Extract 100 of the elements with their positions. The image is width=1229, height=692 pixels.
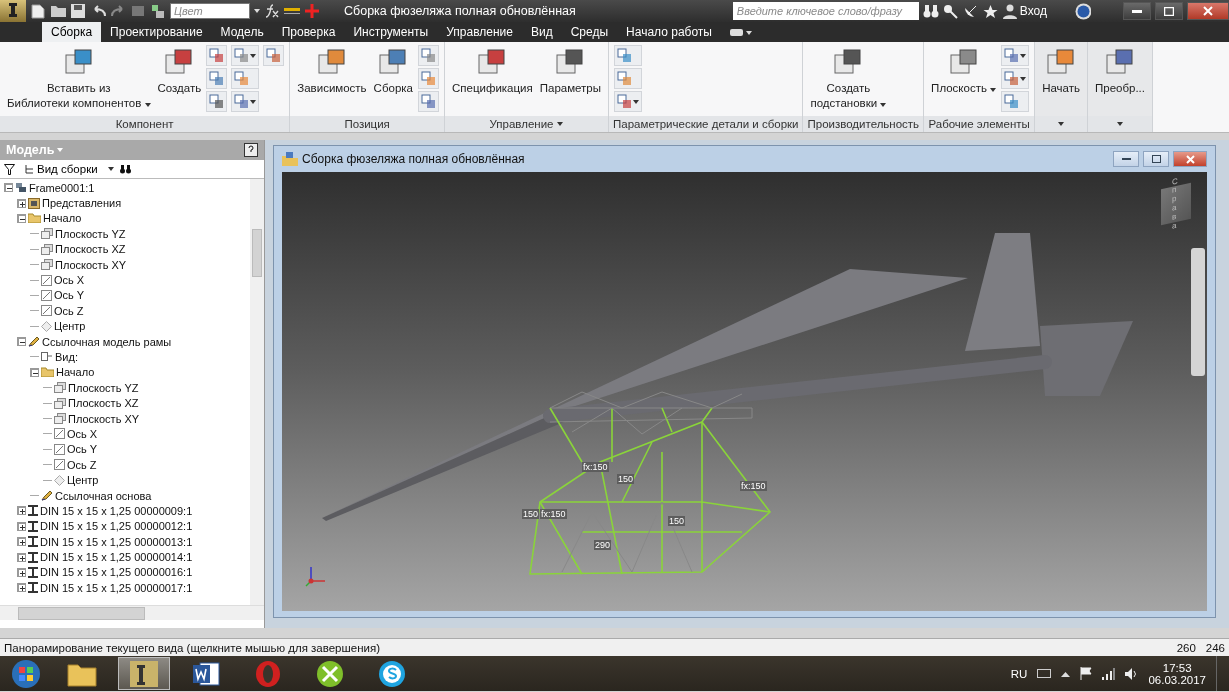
search-field[interactable]: Введите ключевое слово/фразу — [732, 2, 919, 20]
tree-item[interactable]: Центр — [41, 320, 86, 333]
tool-button[interactable] — [1001, 68, 1030, 89]
tree-item[interactable]: Начало — [41, 366, 95, 379]
dimension-label[interactable]: 150 — [522, 509, 540, 519]
ribbon-tab[interactable]: Управление — [437, 22, 522, 42]
minimize-button[interactable] — [1113, 151, 1139, 167]
tool-button[interactable] — [206, 68, 228, 89]
dimension-label[interactable]: fx:150 — [540, 509, 567, 519]
clock[interactable]: 17:53 06.03.2017 — [1148, 661, 1206, 686]
redo-button[interactable] — [110, 3, 126, 19]
ribbon-button[interactable]: Создать — [155, 45, 204, 98]
tree-item[interactable]: Ось Y — [41, 289, 85, 302]
tree-item[interactable]: Плоскость XY — [41, 258, 127, 271]
tool-button[interactable] — [614, 68, 643, 89]
tool-button[interactable] — [206, 91, 228, 112]
chevron-up-icon[interactable] — [1061, 670, 1071, 677]
expand-icon[interactable] — [17, 552, 26, 562]
tree-item[interactable]: Плоскость XY — [54, 412, 140, 425]
select-button[interactable] — [150, 3, 166, 19]
signal-icon[interactable] — [1102, 667, 1116, 680]
ribbon-button[interactable]: Вставить из Библиотеки компонентов — [5, 45, 153, 113]
application-menu-button[interactable] — [0, 0, 26, 22]
panel-expand-caret-icon[interactable] — [1058, 122, 1065, 126]
color-dropdown[interactable]: Цвет — [170, 3, 250, 19]
new-file-button[interactable] — [30, 3, 46, 19]
open-button[interactable] — [50, 3, 66, 19]
binoculars-button[interactable] — [922, 3, 939, 19]
tool-button[interactable] — [206, 45, 228, 66]
dimension-label[interactable]: 150 — [617, 474, 635, 484]
tool-button[interactable] — [1001, 45, 1030, 66]
vertical-scrollbar[interactable] — [250, 179, 264, 605]
tool-button[interactable] — [418, 91, 439, 112]
tree-item[interactable]: DIN 15 x 15 x 1,25 00000013:1 — [28, 535, 193, 548]
ribbon-tab[interactable]: Начало работы — [617, 22, 721, 42]
tree-item[interactable]: Ось Z — [41, 304, 84, 317]
tool-button[interactable] — [231, 91, 260, 112]
tree-item[interactable]: Ссылочная модель рамы — [28, 335, 172, 348]
flag-icon[interactable] — [1080, 667, 1093, 680]
ribbon-tab[interactable]: Вид — [521, 22, 562, 42]
taskbar-app-button[interactable] — [118, 657, 170, 690]
keyboard-icon[interactable] — [1037, 669, 1052, 678]
minimize-button[interactable] — [1123, 2, 1151, 20]
tree-item[interactable]: DIN 15 x 15 x 1,25 00000009:1 — [28, 504, 193, 517]
close-button[interactable] — [1187, 2, 1229, 20]
tool-button[interactable] — [418, 68, 439, 89]
tree-item[interactable]: Плоскость XZ — [54, 397, 139, 410]
ribbon-button[interactable]: Создать подстановки — [808, 45, 889, 113]
collapse-icon[interactable] — [17, 337, 26, 347]
tree-item[interactable]: Центр — [54, 474, 99, 487]
expand-icon[interactable] — [17, 521, 26, 531]
expand-icon[interactable] — [17, 198, 26, 208]
filter-icon[interactable] — [4, 163, 15, 175]
fx-button[interactable] — [264, 3, 280, 19]
tree-item[interactable]: Начало — [28, 212, 82, 225]
tool-button[interactable] — [614, 45, 643, 66]
save-button[interactable] — [70, 3, 86, 19]
ribbon-tab[interactable]: Сборка — [42, 22, 102, 42]
ribbon-button[interactable]: Зависимость — [295, 45, 369, 98]
tree-item[interactable]: DIN 15 x 15 x 1,25 00000014:1 — [28, 551, 193, 564]
expand-icon[interactable] — [17, 583, 26, 593]
tree-item[interactable]: Frame0001:1 — [15, 181, 95, 194]
collapse-icon[interactable] — [4, 183, 13, 193]
language-indicator[interactable]: RU — [1010, 667, 1028, 680]
panel-expand-caret-icon[interactable] — [557, 122, 564, 126]
tree-item[interactable]: Плоскость YZ — [54, 381, 139, 394]
ribbon-button[interactable]: Параметры — [537, 45, 604, 98]
close-button[interactable] — [1173, 151, 1207, 167]
collapse-icon[interactable] — [17, 213, 26, 223]
tree-item[interactable]: Представления — [28, 197, 122, 210]
tree-item[interactable]: Ось Z — [54, 458, 97, 471]
ribbon-button[interactable]: Спецификация — [450, 45, 535, 98]
dimension-label[interactable]: 290 — [594, 540, 612, 550]
tree-item[interactable]: Плоскость XZ — [41, 243, 126, 256]
tree-item[interactable]: Ось Y — [54, 443, 98, 456]
tree-item[interactable]: Вид: — [41, 351, 78, 363]
ribbon-button[interactable]: Преобр... — [1093, 45, 1147, 98]
ribbon-button[interactable]: Плоскость — [929, 45, 999, 98]
tree-item[interactable]: Плоскость YZ — [41, 227, 126, 240]
ribbon-tab[interactable]: Среды — [561, 22, 618, 42]
dimension-label[interactable]: fx:150 — [582, 462, 609, 472]
ribbon-tab[interactable]: Проектирование — [101, 22, 212, 42]
dropdown-caret-icon[interactable] — [107, 167, 114, 171]
restore-button[interactable] — [1155, 2, 1183, 20]
expand-icon[interactable] — [17, 567, 26, 577]
speaker-icon[interactable] — [1125, 667, 1139, 680]
tree-item[interactable]: Ссылочная основа — [41, 489, 152, 502]
tree-item[interactable]: DIN 15 x 15 x 1,25 00000012:1 — [28, 520, 193, 533]
ribbon-tab[interactable]: Модель — [211, 22, 273, 42]
tree-item[interactable]: DIN 15 x 15 x 1,25 00000016:1 — [28, 566, 193, 579]
tool-button[interactable] — [1001, 91, 1030, 112]
ribbon-button[interactable]: Сборка — [371, 45, 415, 98]
dimension-label[interactable]: 150 — [668, 516, 686, 526]
tool-button[interactable] — [614, 91, 643, 112]
ribbon-button[interactable]: Начать — [1040, 45, 1082, 98]
tool-button[interactable] — [418, 45, 439, 66]
favorites-button[interactable] — [982, 3, 999, 19]
expand-icon[interactable] — [17, 506, 26, 516]
sign-in-button[interactable]: Вход — [1002, 3, 1071, 19]
expand-icon[interactable] — [17, 537, 26, 547]
